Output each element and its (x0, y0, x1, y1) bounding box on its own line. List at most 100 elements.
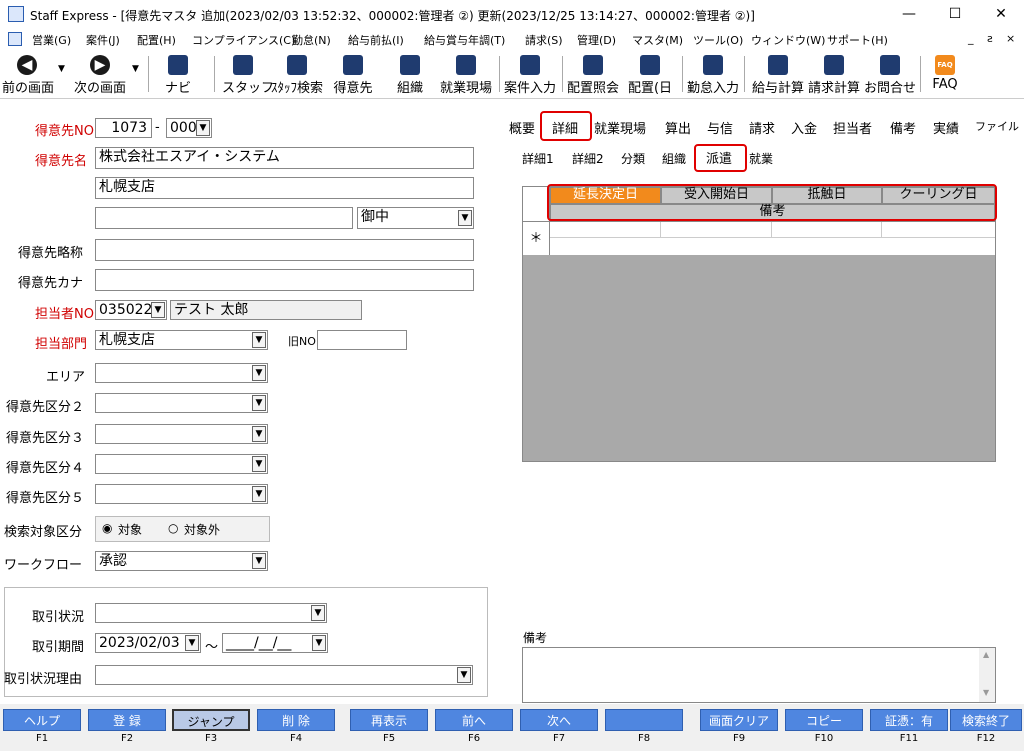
tab-results[interactable]: 実績 (933, 118, 959, 137)
org-button[interactable]: 組織 (390, 50, 430, 98)
chevron-down-icon[interactable]: ▼ (252, 456, 266, 472)
honorific-select[interactable]: 御中 ▼ (357, 207, 474, 229)
payroll-button[interactable]: 給与計算 (750, 50, 806, 98)
tab-calc[interactable]: 算出 (665, 118, 691, 137)
workflow-select[interactable]: 承認 ▼ (95, 551, 268, 571)
subtab-org[interactable]: 組織 (662, 150, 686, 167)
chevron-down-icon[interactable]: ▼ (185, 635, 199, 651)
menu-item[interactable]: マスタ(M) (632, 32, 683, 48)
subtab-employment[interactable]: 就業 (749, 150, 773, 167)
scrollbar[interactable]: ▲ ▼ (979, 648, 995, 702)
subtab-category[interactable]: 分類 (621, 150, 645, 167)
menu-item[interactable]: ツール(O) (693, 32, 743, 48)
tab-files[interactable]: ファイル (975, 118, 1019, 134)
chevron-down-icon[interactable]: ▼ (457, 667, 471, 683)
chevron-down-icon[interactable]: ▼ (252, 365, 266, 381)
deal-status-select[interactable]: ▼ (95, 603, 327, 623)
tab-billing[interactable]: 請求 (749, 118, 775, 137)
customer-no-input[interactable]: 1073 (95, 118, 152, 138)
chevron-down-icon[interactable]: ▼ (252, 426, 266, 442)
mdi-restore-button[interactable]: ƨ (987, 32, 993, 45)
menu-item[interactable]: 案件(J) (86, 32, 120, 48)
menu-item[interactable]: 営業(G) (32, 32, 71, 48)
grid-cell[interactable] (661, 222, 772, 238)
menu-item[interactable]: 勤怠(N) (292, 32, 331, 48)
area-select[interactable]: ▼ (95, 363, 268, 383)
subtab-detail2[interactable]: 詳細2 (572, 150, 604, 167)
kana-input[interactable] (95, 269, 474, 291)
attendance-input-button[interactable]: 勤怠入力 (686, 50, 740, 98)
menu-item[interactable]: ウィンドウ(W) (751, 32, 825, 48)
navi-button[interactable]: ナビ (158, 50, 198, 98)
deal-reason-select[interactable]: ▼ (95, 665, 473, 685)
scroll-down-icon[interactable]: ▼ (983, 688, 989, 697)
next-screen-button[interactable]: ▶ 次の画面 (72, 50, 128, 98)
evidence-button[interactable]: 証憑：有 (870, 709, 948, 731)
worksite-button[interactable]: 就業現場 (440, 50, 492, 98)
jump-button[interactable]: ジャンプ (172, 709, 250, 731)
customer-name1-input[interactable]: 株式会社エスアイ・システム (95, 147, 474, 169)
chevron-down-icon[interactable]: ▼ (311, 605, 325, 621)
menu-item[interactable]: コンプライアンス(C) (192, 32, 295, 48)
assign-query-button[interactable]: 配置照会 (567, 50, 619, 98)
menu-item[interactable]: 給与賞与年調(T) (424, 32, 505, 48)
next-button[interactable]: 次へ (520, 709, 598, 731)
f8-button[interactable] (605, 709, 683, 731)
staff-search-button[interactable]: ｽﾀｯﾌ検索 (270, 50, 324, 98)
grid-cell[interactable] (772, 222, 882, 238)
redisplay-button[interactable]: 再表示 (350, 709, 428, 731)
tab-person[interactable]: 担当者 (833, 118, 872, 137)
chevron-down-icon[interactable]: ▼ (252, 486, 266, 502)
prev-screen-button[interactable]: ◀ 前の画面 (2, 50, 54, 98)
chevron-down-icon[interactable]: ▼ (252, 395, 266, 411)
class2-select[interactable]: ▼ (95, 393, 268, 413)
subtab-detail1[interactable]: 詳細1 (522, 150, 554, 167)
customer-name3-input[interactable] (95, 207, 353, 229)
menu-item[interactable]: 配置(H) (137, 32, 176, 48)
help-button[interactable]: ヘルプ (3, 709, 81, 731)
remarks-textarea[interactable]: ▲ ▼ (522, 647, 996, 703)
chevron-down-icon[interactable]: ▼ (458, 210, 472, 226)
chevron-down-icon[interactable]: ▼ (151, 302, 165, 318)
prev-dropdown-icon[interactable]: ▼ (58, 64, 65, 74)
copy-button[interactable]: コピー (785, 709, 863, 731)
radio-nontarget[interactable]: ○ (168, 521, 178, 535)
previous-button[interactable]: 前へ (435, 709, 513, 731)
chevron-down-icon[interactable]: ▼ (312, 635, 326, 651)
tab-overview[interactable]: 概要 (509, 118, 535, 137)
assign-day-button[interactable]: 配置(日 (626, 50, 674, 98)
next-dropdown-icon[interactable]: ▼ (132, 64, 139, 74)
grid-cell[interactable] (550, 222, 661, 238)
class3-select[interactable]: ▼ (95, 424, 268, 444)
end-search-button[interactable]: 検索終了 (950, 709, 1022, 731)
deal-end-input[interactable]: ____/__/__ ▼ (222, 633, 328, 653)
tab-remarks[interactable]: 備考 (890, 118, 916, 137)
menu-item[interactable]: 請求(S) (525, 32, 563, 48)
chevron-down-icon[interactable]: ▼ (252, 553, 266, 569)
grid-cell[interactable] (882, 222, 995, 238)
tab-payment[interactable]: 入金 (791, 118, 817, 137)
tab-credit[interactable]: 与信 (707, 118, 733, 137)
menu-item[interactable]: 給与前払(I) (348, 32, 404, 48)
menu-item[interactable]: サポート(H) (827, 32, 888, 48)
customer-button[interactable]: 得意先 (332, 50, 374, 98)
close-button[interactable]: ✕ (978, 0, 1024, 28)
billing-button[interactable]: 請求計算 (808, 50, 860, 98)
chevron-down-icon[interactable]: ▼ (252, 332, 266, 348)
deal-start-input[interactable]: 2023/02/03 ▼ (95, 633, 201, 653)
customer-name2-input[interactable]: 札幌支店 (95, 177, 474, 199)
register-button[interactable]: 登 録 (88, 709, 166, 731)
old-no-input[interactable] (317, 330, 407, 350)
staff-no-select[interactable]: 035022 ▼ (95, 300, 167, 320)
radio-target[interactable]: ◉ (102, 521, 112, 535)
grid-new-row[interactable]: ＊ (523, 221, 995, 255)
scroll-up-icon[interactable]: ▲ (983, 650, 989, 659)
case-input-button[interactable]: 案件入力 (504, 50, 556, 98)
class4-select[interactable]: ▼ (95, 454, 268, 474)
tab-worksite[interactable]: 就業現場 (594, 118, 646, 137)
maximize-button[interactable]: ☐ (932, 0, 978, 28)
chevron-down-icon[interactable]: ▼ (196, 120, 210, 136)
class5-select[interactable]: ▼ (95, 484, 268, 504)
mdi-close-button[interactable]: × (1006, 32, 1015, 45)
inquiry-button[interactable]: お問合せ (864, 50, 916, 98)
